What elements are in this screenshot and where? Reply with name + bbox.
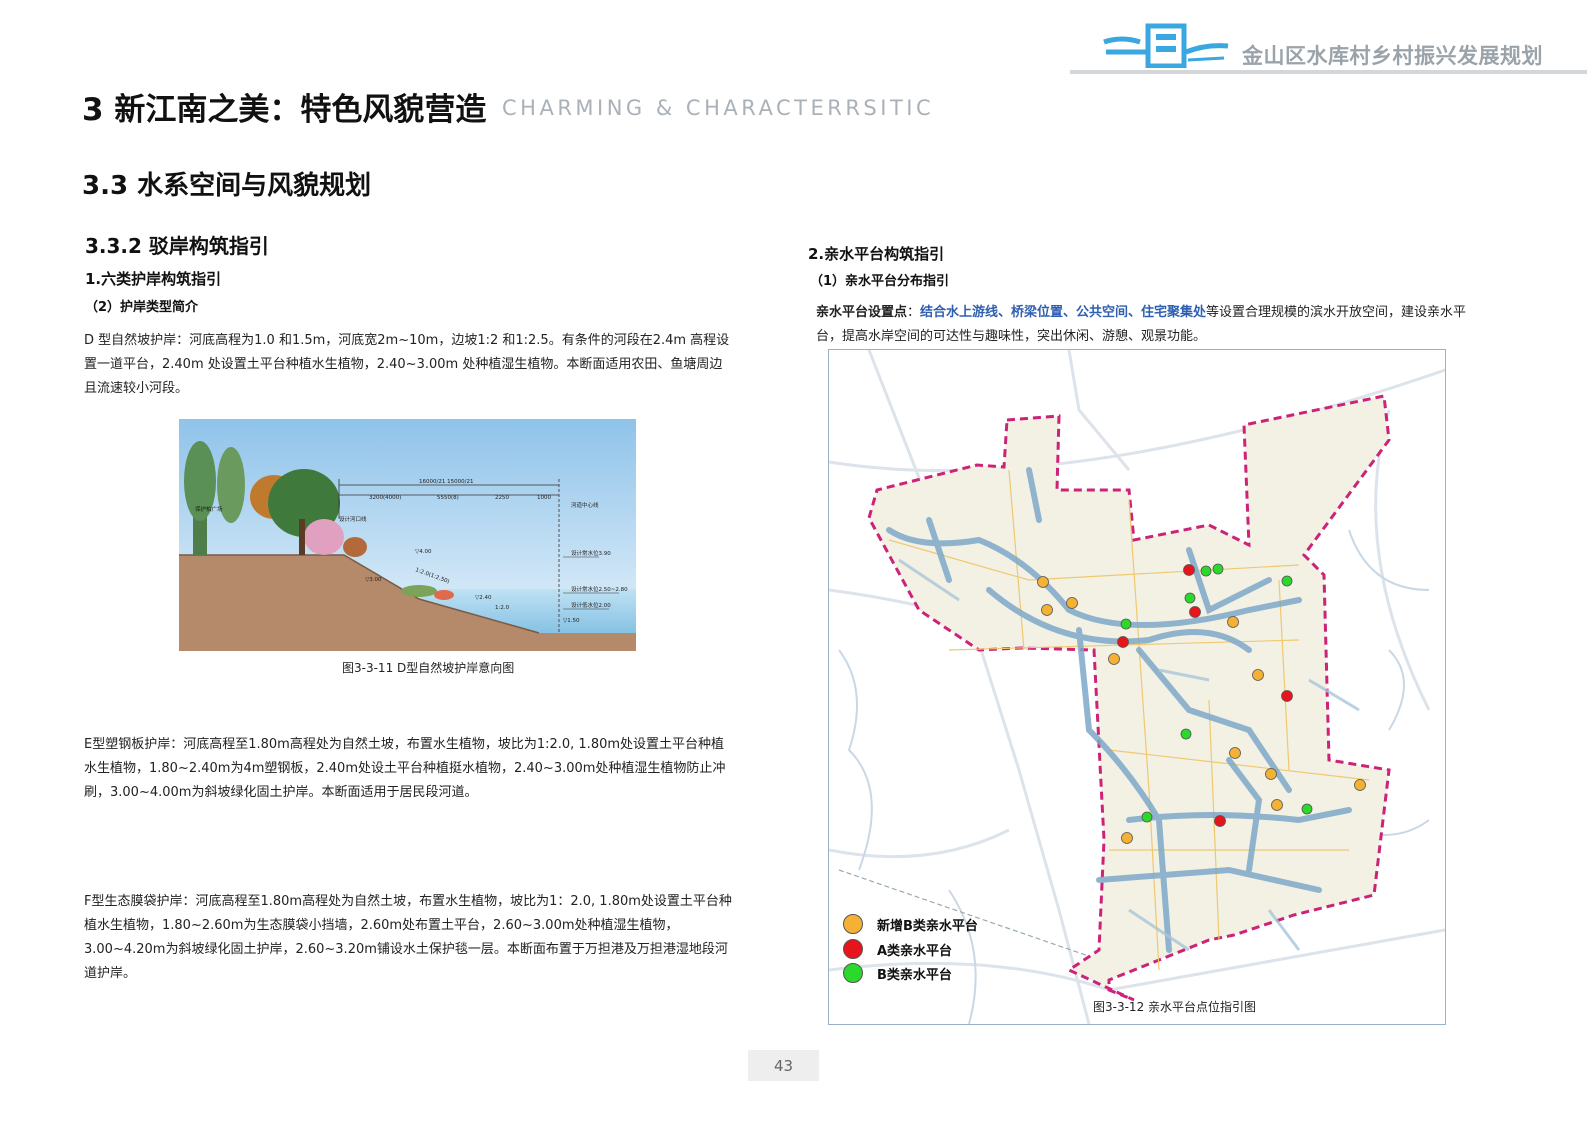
water-village-logo-icon <box>1103 23 1229 69</box>
legend-item-b: B类亲水平台 <box>843 962 952 984</box>
document-title: 金山区水库村乡村振兴发展规划 <box>1242 44 1543 68</box>
legend-label: 新增B类亲水平台 <box>877 918 978 934</box>
platform-lead: 亲水平台设置点 <box>816 305 908 320</box>
marker-new-b <box>1227 616 1239 628</box>
dim-d-label: 1000 <box>537 495 551 501</box>
marker-new-b <box>1108 653 1120 665</box>
marker-a <box>1214 815 1226 827</box>
marker-b <box>1120 618 1132 630</box>
left-heading-2: （2）护岸类型简介 <box>85 300 199 315</box>
level-150: ▽1.50 <box>563 618 580 624</box>
marker-b <box>1281 575 1293 587</box>
marker-a <box>1281 690 1293 702</box>
section-title: 3.3 水系空间与风貌规划 <box>82 171 372 201</box>
marker-b <box>1141 811 1153 823</box>
legend-label: B类亲水平台 <box>877 967 952 983</box>
label-mid: 设计河口线 <box>339 515 367 523</box>
legend-dot-orange-icon <box>843 914 863 934</box>
marker-a <box>1189 606 1201 618</box>
level-300: ▽3.00 <box>365 577 382 583</box>
label-left: 保护柏广场 <box>195 505 223 513</box>
water-200: 设计低水位2.00 <box>571 601 611 609</box>
chapter-title-en: CHARMING & CHARACTERRSITIC <box>502 96 935 120</box>
marker-a <box>1117 636 1129 648</box>
marker-a <box>1183 564 1195 576</box>
right-heading-1: 2.亲水平台构筑指引 <box>808 245 945 263</box>
marker-b <box>1212 563 1224 575</box>
level-400: ▽4.00 <box>415 549 432 555</box>
marker-new-b <box>1066 597 1078 609</box>
slope-small: 1:2.0 <box>495 605 510 611</box>
figure-d-caption: 图3-3-11 D型自然坡护岸意向图 <box>342 661 515 675</box>
paragraph-type-f: F型生态膜袋护岸：河底高程至1.80m高程处为自然土坡，布置水生植物，坡比为1：… <box>84 894 732 981</box>
chapter-title: 3 新江南之美：特色风貌营造 <box>82 92 487 128</box>
legend-dot-red-icon <box>843 939 863 959</box>
water-390: 设计常水位3.90 <box>571 549 611 557</box>
paragraph-type-d: D 型自然坡护岸：河底高程为1.0 和1.5m，河底宽2m~10m，边坡1:2 … <box>84 333 730 396</box>
cross-section-illustration: 16000/21 15000/21 3200(4000) 5550(8) 225… <box>179 419 636 651</box>
header-logo <box>1102 22 1232 69</box>
figure-d-cross-section: 16000/21 15000/21 3200(4000) 5550(8) 225… <box>179 419 636 651</box>
platform-colon: ： <box>907 305 921 320</box>
paragraph-type-e: E型塑钢板护岸：河底高程至1.80m高程处为自然土坡，布置水生植物，坡比为1:2… <box>84 737 726 800</box>
dim-c-label: 2250 <box>495 495 509 501</box>
marker-new-b <box>1037 576 1049 588</box>
left-heading-1: 1.六类护岸构筑指引 <box>85 270 222 288</box>
paragraph-platform: 亲水平台设置点：结合水上游线、桥梁位置、公共空间、住宅聚集处等设置合理规模的滨水… <box>816 301 1484 349</box>
water-250: 设计常水位2.50~2.80 <box>571 585 628 593</box>
dim-b-label: 5550(8) <box>437 495 459 501</box>
page-number: 43 <box>748 1050 819 1081</box>
level-240: ▽2.40 <box>475 595 492 601</box>
right-heading-2: （1）亲水平台分布指引 <box>810 274 950 289</box>
label-right: 河道中心线 <box>571 501 599 509</box>
legend-dot-green-icon <box>843 963 863 983</box>
marker-new-b <box>1271 799 1283 811</box>
marker-new-b <box>1252 669 1264 681</box>
marker-b <box>1180 728 1192 740</box>
map-caption: 图3-3-12 亲水平台点位指引图 <box>1093 1000 1257 1014</box>
marker-new-b <box>1041 604 1053 616</box>
marker-new-b <box>1121 832 1133 844</box>
subsection-title: 3.3.2 驳岸构筑指引 <box>85 234 269 258</box>
legend-label: A类亲水平台 <box>877 943 953 959</box>
marker-b <box>1301 803 1313 815</box>
legend-item-new-b: 新增B类亲水平台 <box>843 913 978 935</box>
header-divider <box>1070 70 1587 74</box>
dim-a-label: 3200(4000) <box>369 495 401 501</box>
marker-new-b <box>1265 768 1277 780</box>
platform-highlight: 结合水上游线、桥梁位置、公共空间、住宅聚集处 <box>920 305 1207 320</box>
legend-item-a: A类亲水平台 <box>843 938 952 960</box>
marker-new-b <box>1229 747 1241 759</box>
platform-map: 新增B类亲水平台 A类亲水平台 B类亲水平台 图3-3-12 亲水平台点位指引图 <box>828 349 1446 1025</box>
marker-new-b <box>1354 779 1366 791</box>
marker-b <box>1184 592 1196 604</box>
marker-b <box>1200 565 1212 577</box>
dim-total-label: 16000/21 15000/21 <box>419 479 473 485</box>
